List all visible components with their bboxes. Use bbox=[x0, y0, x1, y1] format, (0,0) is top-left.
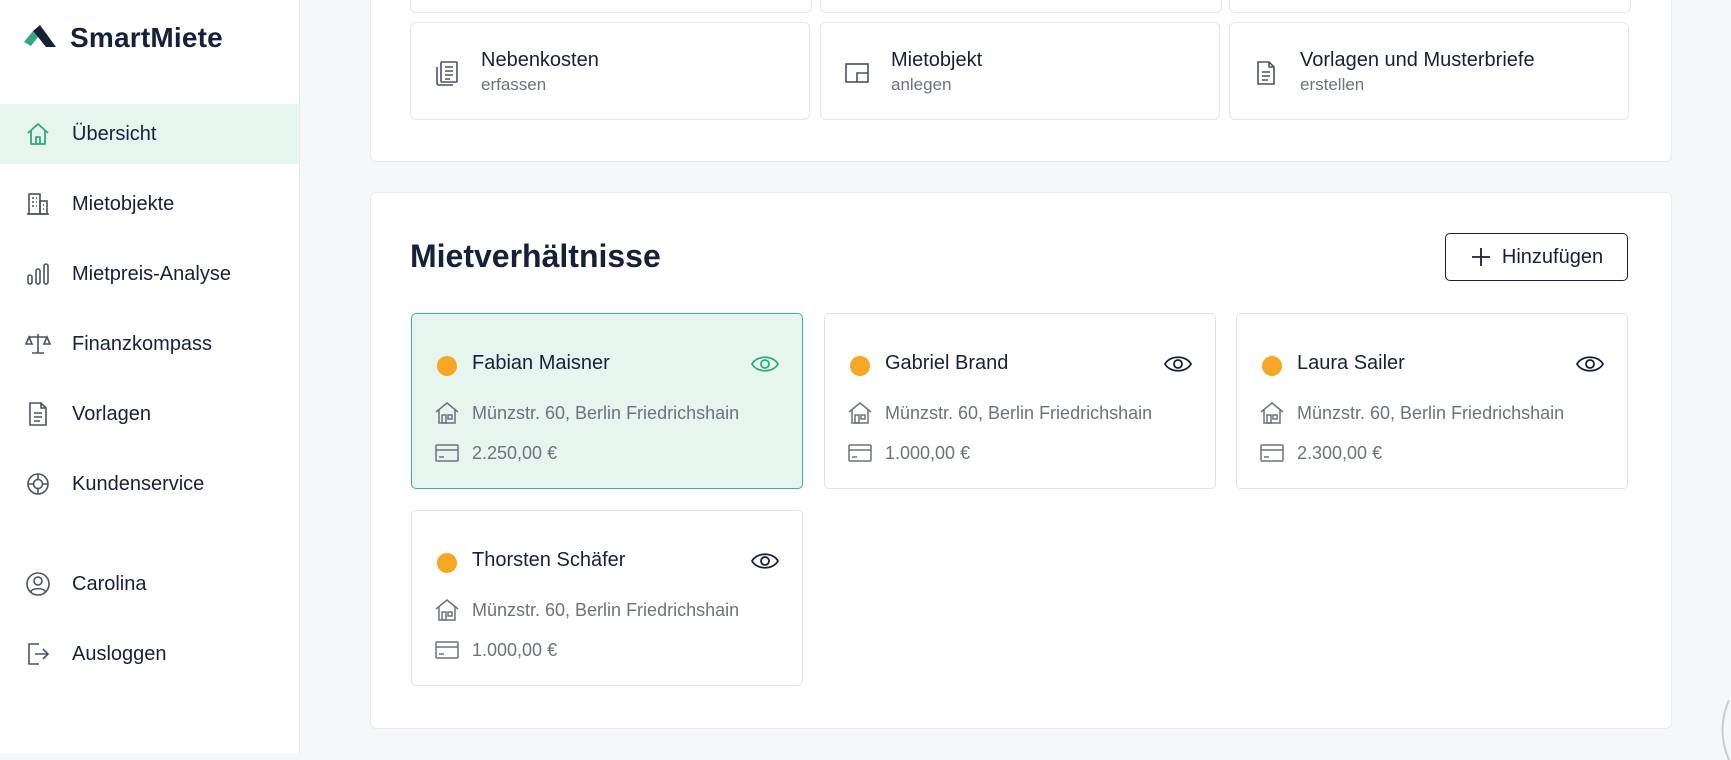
bar-chart-icon bbox=[24, 260, 52, 288]
sidebar-item-label: Ausloggen bbox=[72, 642, 167, 665]
status-dot bbox=[850, 356, 870, 376]
floorplan-icon bbox=[845, 63, 869, 83]
sidebar-item-vorlagen[interactable]: Vorlagen bbox=[0, 384, 299, 444]
house-icon bbox=[1260, 402, 1284, 424]
credit-card-icon bbox=[1260, 444, 1284, 462]
section-title: Mietverhältnisse bbox=[410, 238, 661, 274]
tenant-card[interactable]: Laura Sailer Münzstr. 60, Berlin Friedri… bbox=[1236, 313, 1628, 489]
add-tenancy-button[interactable]: Hinzufügen bbox=[1445, 233, 1628, 281]
sidebar-item-finanzkompass[interactable]: Finanzkompass bbox=[0, 314, 299, 374]
eye-icon[interactable] bbox=[750, 353, 780, 375]
house-icon bbox=[848, 402, 872, 424]
logout-icon bbox=[24, 640, 52, 668]
scale-icon bbox=[24, 330, 52, 358]
tenant-name: Fabian Maisner bbox=[472, 352, 610, 374]
house-icon bbox=[435, 402, 459, 424]
action-card-above[interactable] bbox=[820, 0, 1222, 13]
credit-card-icon bbox=[435, 641, 459, 659]
eye-icon[interactable] bbox=[1575, 353, 1605, 375]
sidebar-item-label: Vorlagen bbox=[72, 402, 151, 425]
action-title: Mietobjekt bbox=[891, 49, 983, 71]
action-subtitle: erstellen bbox=[1300, 75, 1365, 94]
tenant-address-row: Münzstr. 60, Berlin Friedrichshain bbox=[434, 597, 739, 623]
action-card-nebenkosten[interactable]: Nebenkosten erfassen bbox=[410, 22, 810, 120]
tenant-rent-row: 2.250,00 € bbox=[434, 440, 557, 466]
tenant-card[interactable]: Gabriel Brand Münzstr. 60, Berlin Friedr… bbox=[824, 313, 1216, 489]
tenant-card[interactable]: Thorsten Schäfer Münzstr. 60, Berlin Fri… bbox=[411, 510, 803, 686]
tenant-rent: 1.000,00 € bbox=[472, 639, 558, 660]
document-icon bbox=[24, 400, 52, 428]
tenant-rent-row: 1.000,00 € bbox=[847, 440, 970, 466]
plus-icon bbox=[1471, 248, 1490, 266]
action-title: Nebenkosten bbox=[481, 49, 599, 71]
status-dot bbox=[437, 356, 457, 376]
sidebar-item-mietobjekte[interactable]: Mietobjekte bbox=[0, 174, 299, 234]
sidebar-item-label: Finanzkompass bbox=[72, 332, 213, 355]
building-icon bbox=[24, 190, 52, 218]
tenant-rent-row: 1.000,00 € bbox=[434, 637, 557, 663]
sidebar-item-profile[interactable]: Carolina bbox=[0, 554, 299, 614]
sidebar-item-logout[interactable]: Ausloggen bbox=[0, 624, 299, 684]
tenant-rent: 2.300,00 € bbox=[1297, 442, 1383, 463]
tenant-rent: 2.250,00 € bbox=[472, 442, 558, 463]
action-card-mietobjekt[interactable]: Mietobjekt anlegen bbox=[820, 22, 1220, 120]
action-subtitle: erfassen bbox=[481, 75, 547, 94]
action-card-above[interactable] bbox=[1229, 0, 1631, 13]
tenant-address: Münzstr. 60, Berlin Friedrichshain bbox=[472, 599, 740, 620]
home-icon bbox=[24, 120, 52, 148]
sidebar-item-mietpreis-analyse[interactable]: Mietpreis-Analyse bbox=[0, 244, 299, 304]
credit-card-icon bbox=[435, 444, 459, 462]
sidebar-item-kundenservice[interactable]: Kundenservice bbox=[0, 454, 299, 514]
sidebar-item-label: Mietpreis-Analyse bbox=[72, 262, 231, 285]
sidebar-item-label: Mietobjekte bbox=[72, 192, 175, 215]
sidebar-item-label: Carolina bbox=[72, 572, 147, 595]
tenant-name: Gabriel Brand bbox=[885, 352, 1009, 374]
tenant-card[interactable]: Fabian Maisner Münzstr. 60, Berlin Fried… bbox=[411, 313, 803, 489]
credit-card-icon bbox=[848, 444, 872, 462]
action-title: Vorlagen und Musterbriefe bbox=[1300, 49, 1535, 71]
document-icon bbox=[1257, 61, 1275, 85]
tenant-address: Münzstr. 60, Berlin Friedrichshain bbox=[1297, 402, 1565, 423]
sidebar: SmartMiete Übersicht Mietobjekte Mietpre… bbox=[0, 0, 300, 753]
tenant-address-row: Münzstr. 60, Berlin Friedrichshain bbox=[1259, 400, 1564, 426]
tenant-rent-row: 2.300,00 € bbox=[1259, 440, 1382, 466]
action-card-vorlagen[interactable]: Vorlagen und Musterbriefe erstellen bbox=[1229, 22, 1629, 120]
action-subtitle: anlegen bbox=[891, 75, 952, 94]
receipt-icon bbox=[436, 61, 458, 86]
tenant-address: Münzstr. 60, Berlin Friedrichshain bbox=[472, 402, 740, 423]
house-icon bbox=[435, 599, 459, 621]
status-dot bbox=[437, 553, 457, 573]
eye-icon[interactable] bbox=[1163, 353, 1193, 375]
action-card-above[interactable] bbox=[410, 0, 812, 13]
tenant-name: Thorsten Schäfer bbox=[472, 549, 626, 571]
sidebar-item-uebersicht[interactable]: Übersicht bbox=[0, 104, 299, 164]
tenant-address-row: Münzstr. 60, Berlin Friedrichshain bbox=[847, 400, 1152, 426]
tenant-address-row: Münzstr. 60, Berlin Friedrichshain bbox=[434, 400, 739, 426]
tenant-address: Münzstr. 60, Berlin Friedrichshain bbox=[885, 402, 1153, 423]
app-logo[interactable]: SmartMiete bbox=[22, 22, 223, 54]
tenant-rent: 1.000,00 € bbox=[885, 442, 971, 463]
eye-icon[interactable] bbox=[750, 550, 780, 572]
lifebuoy-icon bbox=[24, 470, 52, 498]
tenant-name: Laura Sailer bbox=[1297, 352, 1405, 374]
user-circle-icon bbox=[24, 570, 52, 598]
sidebar-item-label: Übersicht bbox=[72, 122, 157, 145]
logo-icon bbox=[24, 25, 56, 47]
sidebar-item-label: Kundenservice bbox=[72, 472, 205, 495]
status-dot bbox=[1262, 356, 1282, 376]
add-button-label: Hinzufügen bbox=[1501, 245, 1604, 268]
scrollbar-corner[interactable] bbox=[1711, 700, 1731, 760]
app-name: SmartMiete bbox=[70, 22, 223, 53]
